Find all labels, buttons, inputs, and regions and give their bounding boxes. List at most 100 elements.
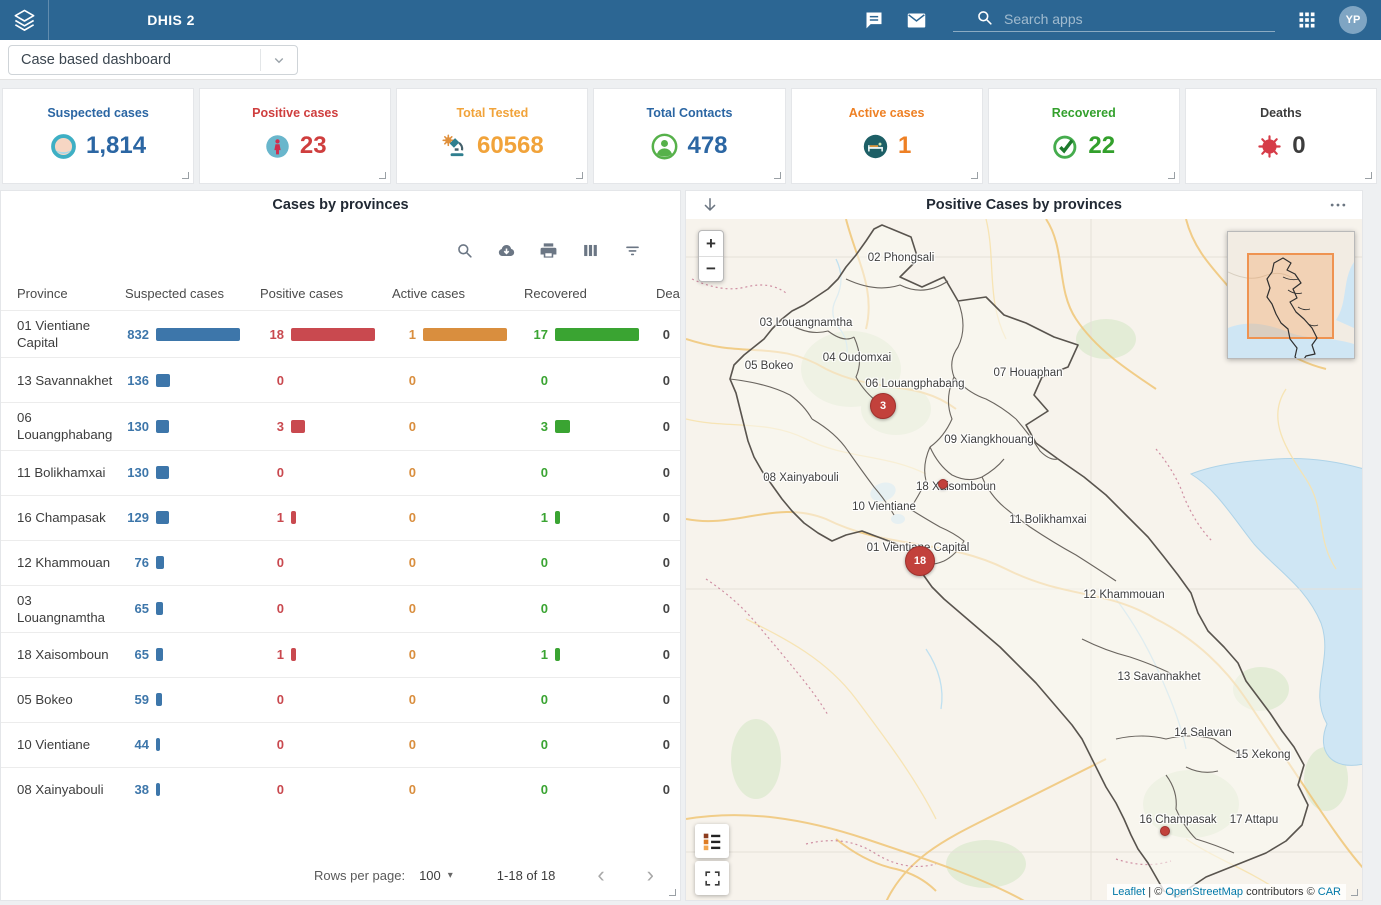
resize-handle[interactable]	[971, 172, 978, 179]
table-pagination: Rows per page: 100 ▾ 1-18 of 18 ‹ ›	[1, 850, 680, 900]
avatar[interactable]: YP	[1339, 6, 1367, 34]
chevron-right-icon[interactable]: ›	[647, 864, 654, 886]
map-province-label: 13 Savannakhet	[1117, 671, 1200, 683]
map-panel: Positive Cases by provinces	[685, 190, 1363, 901]
suspected-bar	[156, 328, 240, 341]
column-header[interactable]: Deaths	[656, 286, 680, 301]
leaflet-link[interactable]: Leaflet	[1112, 886, 1145, 898]
recovered-cell: 1	[524, 510, 656, 525]
active-cell: 0	[392, 782, 524, 797]
resize-handle[interactable]	[669, 889, 676, 896]
province-name: 01 Vientiane Capital	[17, 311, 125, 357]
table-row: 01 Vientiane Capital832181170	[1, 310, 680, 357]
dhis2-logo-icon[interactable]	[0, 0, 49, 40]
resize-handle[interactable]	[379, 172, 386, 179]
stat-card-total-tested: Total Tested60568	[396, 88, 588, 184]
case-point-marker[interactable]	[938, 479, 948, 489]
recovered-cell: 0	[524, 601, 656, 616]
suspected-cell: 130	[125, 465, 260, 480]
resize-handle[interactable]	[576, 172, 583, 179]
chat-icon[interactable]	[864, 10, 884, 31]
card-title: Recovered	[1052, 106, 1116, 120]
filter-icon[interactable]	[623, 241, 642, 260]
resize-handle[interactable]	[182, 172, 189, 179]
map-province-label: 10 Vientiane	[852, 501, 916, 513]
recovered-bar	[555, 328, 639, 341]
chevron-left-icon[interactable]: ‹	[597, 864, 604, 886]
zoom-out-button[interactable]: −	[699, 256, 723, 281]
positive-value: 0	[260, 601, 284, 616]
resize-handle[interactable]	[1365, 172, 1372, 179]
card-title: Deaths	[1260, 106, 1302, 120]
virus-icon	[1256, 133, 1283, 160]
province-name: 13 Savannakhet	[17, 366, 125, 395]
column-header[interactable]: Positive cases	[260, 286, 392, 301]
column-header[interactable]: Suspected cases	[125, 286, 260, 301]
deaths-value: 0	[656, 555, 680, 570]
column-header[interactable]: Recovered	[524, 286, 656, 301]
card-value: 23	[300, 132, 327, 160]
overview-minimap[interactable]	[1227, 231, 1355, 359]
recovered-value: 0	[524, 373, 548, 388]
positive-value: 1	[260, 647, 284, 662]
zoom-in-button[interactable]: +	[699, 231, 723, 256]
deaths-value: 0	[656, 601, 680, 616]
infected-person-icon	[264, 133, 291, 160]
suspected-bar	[156, 511, 169, 524]
map-panel-title: Positive Cases by provinces	[926, 197, 1122, 213]
column-header[interactable]: Province	[17, 286, 125, 301]
positive-cell: 0	[260, 737, 392, 752]
case-cluster-marker[interactable]: 18	[905, 546, 935, 576]
table-row: 06 Louangphabang1303030	[1, 402, 680, 449]
resize-handle[interactable]	[1351, 889, 1358, 896]
deaths-value: 0	[656, 419, 680, 434]
search-icon[interactable]	[455, 241, 474, 260]
positive-cell: 0	[260, 373, 392, 388]
resize-handle[interactable]	[774, 172, 781, 179]
map-viewport[interactable]: 02 Phongsali03 Louangnamtha05 Bokeo04 Ou…	[686, 219, 1362, 900]
resize-handle[interactable]	[1168, 172, 1175, 179]
rows-per-page-select[interactable]: 100 ▾	[419, 868, 453, 883]
recovered-value: 17	[524, 327, 548, 342]
download-icon[interactable]	[497, 241, 516, 260]
positive-value: 0	[260, 373, 284, 388]
table-panel-title: Cases by provinces	[1, 191, 680, 219]
case-cluster-marker[interactable]: 3	[870, 393, 896, 419]
deaths-value: 0	[656, 465, 680, 480]
case-point-marker[interactable]	[1160, 826, 1170, 836]
map-province-label: 14 Salavan	[1174, 727, 1232, 739]
app-search[interactable]	[953, 8, 1275, 32]
recovered-value: 0	[524, 465, 548, 480]
arrow-down-icon[interactable]	[700, 195, 720, 215]
print-icon[interactable]	[539, 241, 558, 260]
provider-link[interactable]: CAR	[1318, 886, 1341, 898]
suspected-cell: 76	[125, 555, 260, 570]
province-name: 05 Bokeo	[17, 685, 125, 714]
map-province-label: 16 Champasak	[1139, 814, 1216, 826]
mail-icon[interactable]	[906, 10, 927, 31]
active-value: 0	[392, 555, 416, 570]
dashboard-select[interactable]: Case based dashboard	[8, 45, 298, 75]
card-value: 478	[687, 132, 727, 160]
suspected-bar	[156, 420, 169, 433]
legend-button[interactable]	[695, 824, 729, 858]
apps-grid-icon[interactable]	[1297, 10, 1317, 30]
columns-icon[interactable]	[581, 241, 600, 260]
more-horizontal-icon[interactable]	[1328, 195, 1348, 215]
active-cell: 0	[392, 555, 524, 570]
card-title: Suspected cases	[47, 106, 148, 120]
map-province-label: 12 Khammouan	[1083, 589, 1164, 601]
fullscreen-button[interactable]	[695, 861, 729, 895]
suspected-value: 136	[125, 373, 149, 388]
column-header[interactable]: Active cases	[392, 286, 524, 301]
positive-value: 0	[260, 465, 284, 480]
deaths-value: 0	[656, 737, 680, 752]
map-province-label: 17 Attapu	[1230, 814, 1279, 826]
osm-link[interactable]: OpenStreetMap	[1165, 886, 1243, 898]
card-title: Total Contacts	[647, 106, 733, 120]
search-apps-input[interactable]	[1004, 11, 1275, 27]
deaths-value: 0	[656, 782, 680, 797]
stat-card-suspected-cases: Suspected cases1,814	[2, 88, 194, 184]
active-cell: 0	[392, 692, 524, 707]
suspected-cell: 130	[125, 419, 260, 434]
